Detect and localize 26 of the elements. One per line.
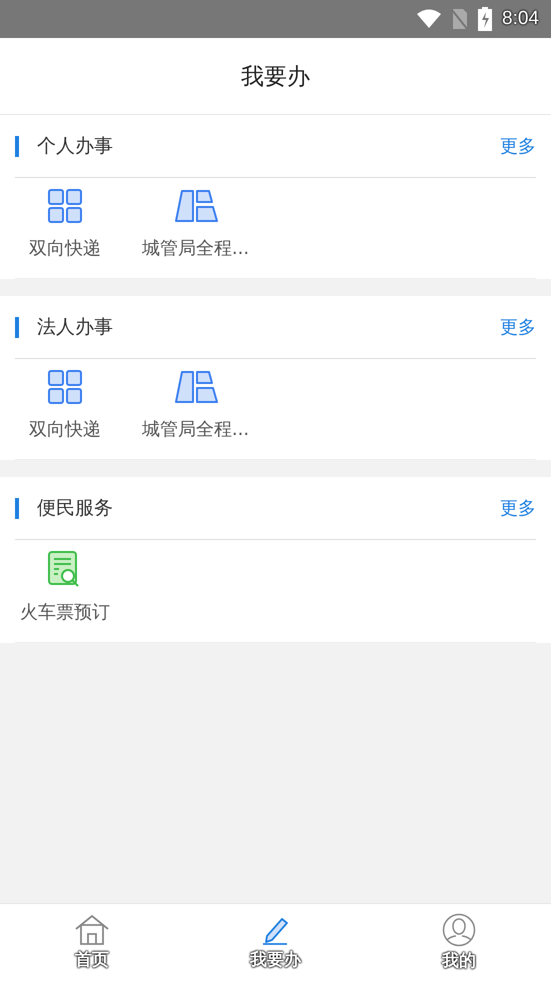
- clock-time: 8:04: [502, 8, 539, 30]
- panels-icon: [174, 188, 218, 224]
- section-accent-bar: [15, 136, 19, 156]
- section-title: 便民服务: [37, 496, 114, 521]
- grid-icon: [47, 369, 83, 405]
- more-link[interactable]: 更多: [500, 315, 536, 339]
- nav-tab[interactable]: 首页: [0, 904, 184, 981]
- section-title: 法人办事: [37, 315, 114, 340]
- more-link[interactable]: 更多: [500, 134, 536, 158]
- nav-tab[interactable]: 我要办: [184, 904, 368, 981]
- battery-charging-icon: [478, 7, 492, 31]
- grid-icon: [47, 188, 83, 224]
- section-title: 个人办事: [37, 134, 114, 159]
- panels-icon: [174, 369, 218, 405]
- wifi-icon: [416, 9, 442, 29]
- section-accent-bar: [15, 498, 19, 518]
- service-label[interactable]: 城管局全程...: [142, 417, 250, 441]
- service-label[interactable]: 双向快递: [29, 236, 101, 260]
- nav-tab[interactable]: 我的: [367, 904, 551, 981]
- service-label[interactable]: 城管局全程...: [142, 236, 250, 260]
- section-accent-bar: [15, 316, 19, 338]
- service-label[interactable]: 双向快递: [29, 417, 101, 441]
- no-sim-icon: [452, 8, 468, 30]
- service-label[interactable]: 火车票预订: [20, 600, 110, 624]
- page-title: 我要办: [241, 62, 310, 92]
- more-link[interactable]: 更多: [500, 496, 536, 520]
